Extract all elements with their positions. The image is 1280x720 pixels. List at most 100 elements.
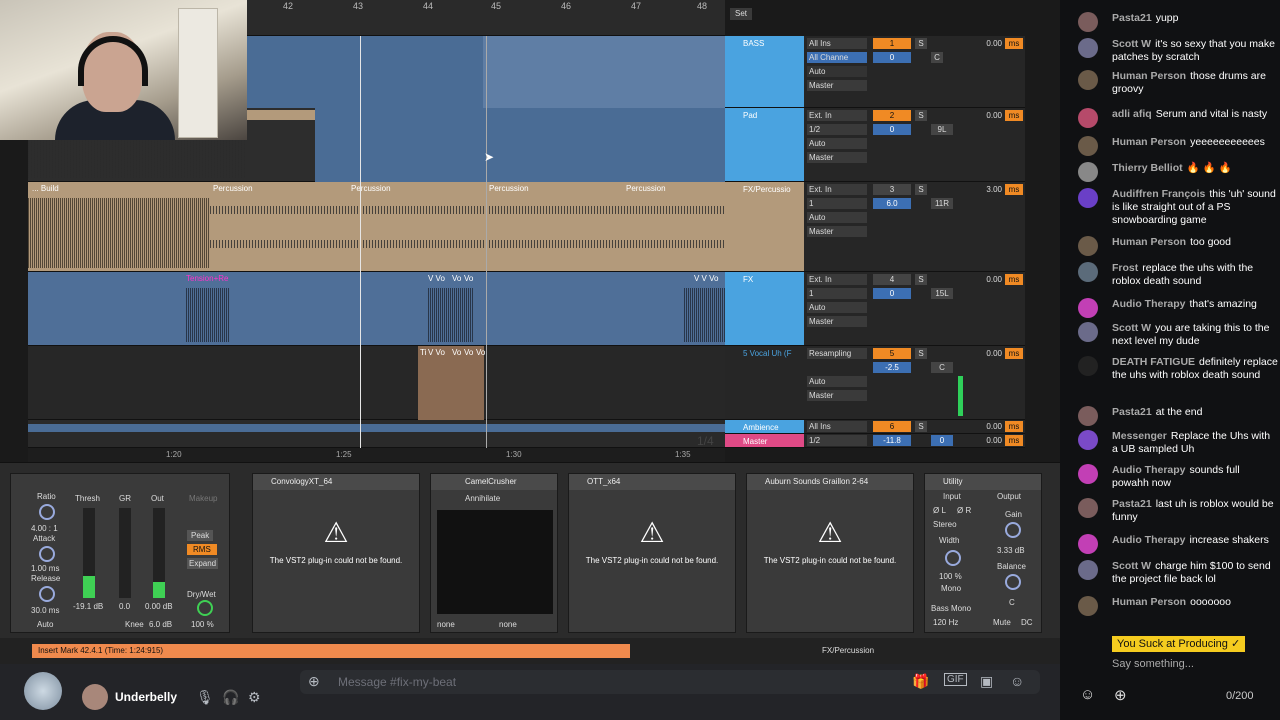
track-activator[interactable]: 5 xyxy=(873,348,911,359)
chat-author[interactable]: Audiffren François xyxy=(1112,188,1205,200)
width-knob[interactable] xyxy=(945,550,961,566)
track-name[interactable]: Ambience xyxy=(725,420,804,433)
auto-button[interactable]: Auto xyxy=(37,620,53,629)
monitor-auto[interactable]: Auto xyxy=(807,212,867,223)
input-type-select[interactable]: Ext. In xyxy=(807,184,867,195)
username[interactable]: Underbelly xyxy=(115,690,177,704)
pan-value[interactable]: 6.0 xyxy=(873,198,911,209)
volume-value[interactable]: 0.00 xyxy=(970,110,1002,121)
lane-fx-percussion[interactable]: ... Build Percussion Percussion Percussi… xyxy=(28,182,725,272)
thresh-meter[interactable] xyxy=(83,508,95,598)
emoji-icon[interactable]: ☺ xyxy=(1080,686,1095,703)
avatar[interactable] xyxy=(1078,38,1098,58)
delay-unit[interactable]: ms xyxy=(1005,421,1023,432)
output-select[interactable]: Master xyxy=(807,80,867,91)
monitor-auto[interactable]: Auto xyxy=(807,138,867,149)
avatar[interactable] xyxy=(1078,560,1098,580)
release-knob[interactable] xyxy=(39,586,55,602)
avatar[interactable] xyxy=(1078,430,1098,450)
knee-value[interactable]: 6.0 dB xyxy=(149,620,172,629)
gain-value[interactable]: 3.33 dB xyxy=(997,546,1025,555)
device-title[interactable]: Utility xyxy=(925,474,1041,490)
avatar[interactable] xyxy=(1078,534,1098,554)
avatar[interactable] xyxy=(1078,12,1098,32)
rms-button[interactable]: RMS xyxy=(187,544,217,555)
delay-unit[interactable]: ms xyxy=(1005,274,1023,285)
plugin-select-2[interactable]: none xyxy=(499,620,517,629)
avatar[interactable] xyxy=(1078,236,1098,256)
avatar[interactable] xyxy=(1078,136,1098,156)
track-name[interactable]: Pad xyxy=(725,108,804,181)
headphones-icon[interactable]: 🎧 xyxy=(222,689,239,706)
solo-button[interactable]: S xyxy=(915,421,927,432)
chat-author[interactable]: Messenger xyxy=(1112,430,1167,442)
chat-author[interactable]: Audio Therapy xyxy=(1112,298,1186,310)
track-header-pad[interactable]: Pad Ext. In 1/2 Auto Master 2 0 S 9L 0.0… xyxy=(725,108,1025,182)
input-type-select[interactable]: All Ins xyxy=(807,421,867,432)
delay-unit[interactable]: ms xyxy=(1005,348,1023,359)
add-icon[interactable]: ⊕ xyxy=(308,673,320,690)
track-header-bass[interactable]: BASS All Ins All Channe Auto Master 1 0 … xyxy=(725,36,1025,108)
chat-author[interactable]: adli afiq xyxy=(1112,108,1152,120)
expand-button[interactable]: Expand xyxy=(187,558,219,569)
avatar[interactable] xyxy=(1078,322,1098,342)
avatar[interactable] xyxy=(1078,498,1098,518)
chat-author[interactable]: Audio Therapy xyxy=(1112,464,1186,476)
monitor-auto[interactable]: Auto xyxy=(807,376,867,387)
pinned-message[interactable]: You Suck at Producing ✓ xyxy=(1112,636,1246,652)
arrangement-ruler[interactable]: 42 43 44 45 46 47 48 xyxy=(247,0,725,36)
input-type-select[interactable]: 1/2 xyxy=(807,435,867,446)
track-name[interactable]: FX xyxy=(725,272,804,345)
pan-center[interactable]: C xyxy=(931,362,953,373)
delay-unit[interactable]: ms xyxy=(1005,184,1023,195)
clip[interactable] xyxy=(418,346,484,420)
chat-author[interactable]: DEATH FATIGUE xyxy=(1112,356,1195,368)
ratio-knob[interactable] xyxy=(39,504,55,520)
avatar[interactable] xyxy=(1078,70,1098,90)
drywet-value[interactable]: 100 % xyxy=(191,620,214,629)
time-ruler[interactable]: 1:20 1:25 1:30 1:35 xyxy=(28,448,725,462)
plugin-display[interactable] xyxy=(437,510,553,614)
volume-value[interactable]: 0.00 xyxy=(970,435,1002,446)
track-header-ambience[interactable]: Ambience All Ins 6 S 0.00 ms xyxy=(725,420,1025,434)
output-select[interactable]: Master xyxy=(807,226,867,237)
avatar[interactable] xyxy=(1078,262,1098,282)
input-type-select[interactable]: Resampling xyxy=(807,348,867,359)
pan-center[interactable]: 9L xyxy=(931,124,953,135)
attack-knob[interactable] xyxy=(39,546,55,562)
volume-value[interactable]: 3.00 xyxy=(970,184,1002,195)
clip[interactable] xyxy=(315,108,725,182)
solo-button[interactable]: S xyxy=(915,348,927,359)
delay-unit[interactable]: ms xyxy=(1005,110,1023,121)
delay-unit[interactable]: ms xyxy=(1005,38,1023,49)
set-button[interactable]: Set xyxy=(730,8,752,20)
avatar[interactable] xyxy=(1078,356,1098,376)
device-title[interactable]: OTT_x64 xyxy=(569,474,735,490)
ott-device[interactable]: OTT_x64 ⚠ The VST2 plug-in could not be … xyxy=(568,473,736,633)
add-icon[interactable]: ⊕ xyxy=(1114,686,1127,704)
input-type-select[interactable]: All Ins xyxy=(807,38,867,49)
avatar[interactable] xyxy=(1078,162,1098,182)
attack-value[interactable]: 1.00 ms xyxy=(31,564,59,573)
avatar[interactable] xyxy=(1078,596,1098,616)
track-activator[interactable]: 1 xyxy=(873,38,911,49)
mono-button[interactable]: Mono xyxy=(941,584,961,593)
solo-button[interactable]: S xyxy=(915,38,927,49)
device-title[interactable]: CamelCrusher xyxy=(431,474,557,490)
avatar[interactable] xyxy=(1078,108,1098,128)
makeup-button[interactable]: Makeup xyxy=(189,494,217,503)
pan-value[interactable]: 0 xyxy=(873,52,911,63)
input-type-select[interactable]: Ext. In xyxy=(807,274,867,285)
avatar[interactable] xyxy=(1078,188,1098,208)
chat-author[interactable]: Frost xyxy=(1112,262,1138,274)
phase-right-button[interactable]: Ø R xyxy=(957,506,971,515)
track-activator[interactable]: 3 xyxy=(873,184,911,195)
gain-knob[interactable] xyxy=(1005,522,1021,538)
chat-author[interactable]: Scott W xyxy=(1112,560,1151,572)
input-channel-select[interactable]: All Channe xyxy=(807,52,867,63)
lane-ambience[interactable] xyxy=(28,420,725,448)
balance-knob[interactable] xyxy=(1005,574,1021,590)
volume-value[interactable]: 0.00 xyxy=(970,38,1002,49)
pan-value[interactable]: -11.8 xyxy=(873,435,911,446)
stereo-select[interactable]: Stereo xyxy=(933,520,957,529)
